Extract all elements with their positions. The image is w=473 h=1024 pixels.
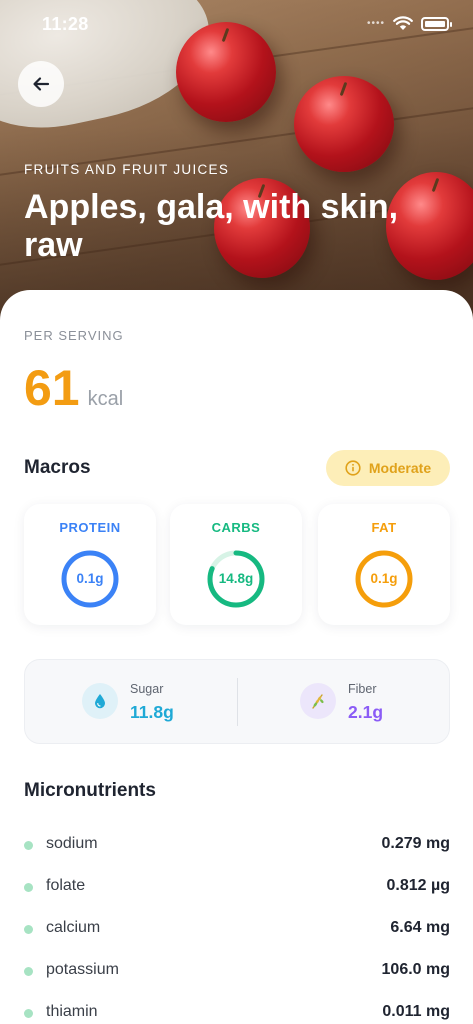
per-serving-label: PER SERVING bbox=[24, 328, 124, 343]
macro-value: 0.1g bbox=[76, 571, 104, 586]
info-circle-icon bbox=[345, 460, 361, 476]
water-drop-icon bbox=[95, 694, 105, 709]
bullet-dot bbox=[24, 967, 33, 976]
sugar-fiber-card: Sugar 11.8g Fiber 2.1g bbox=[24, 659, 450, 744]
calorie-summary: 61 kcal bbox=[24, 362, 123, 414]
battery-icon bbox=[421, 16, 452, 31]
fiber-icon-badge bbox=[300, 683, 336, 719]
sugar-value: 11.8g bbox=[130, 702, 174, 722]
nutrient-name: calcium bbox=[46, 919, 101, 936]
macro-card-fat: FAT 0.1g bbox=[318, 504, 450, 625]
bullet-dot bbox=[24, 1009, 33, 1018]
arrow-left-icon bbox=[33, 77, 50, 91]
macro-label: CARBS bbox=[211, 520, 261, 535]
moderate-badge: Moderate bbox=[326, 450, 450, 486]
macro-ring: 14.8g bbox=[207, 550, 265, 608]
wheat-icon bbox=[312, 694, 324, 709]
nutrient-value: 0.011 mg bbox=[382, 1003, 450, 1020]
apple-decoration bbox=[294, 76, 394, 172]
wifi-icon bbox=[393, 16, 413, 30]
macro-value: 0.1g bbox=[370, 571, 398, 586]
nutrient-value: 6.64 mg bbox=[390, 919, 450, 936]
nutrient-name: sodium bbox=[46, 835, 98, 852]
bullet-dot bbox=[24, 841, 33, 850]
signal-icon: •••• bbox=[366, 18, 385, 29]
list-item: potassium 106.0 mg bbox=[24, 957, 450, 987]
macro-card-protein: PROTEIN 0.1g bbox=[24, 504, 156, 625]
macro-ring: 0.1g bbox=[61, 550, 119, 608]
food-title: Apples, gala, with skin, raw bbox=[24, 188, 399, 264]
list-item: folate 0.812 µg bbox=[24, 873, 450, 903]
macro-label: FAT bbox=[371, 520, 397, 535]
divider bbox=[237, 678, 238, 726]
nutrient-name: potassium bbox=[46, 961, 119, 978]
macro-label: PROTEIN bbox=[59, 520, 121, 535]
nutrient-name: folate bbox=[46, 877, 86, 894]
food-category: FRUITS AND FRUIT JUICES bbox=[24, 162, 230, 177]
nutrient-value: 106.0 mg bbox=[381, 961, 450, 978]
moderate-badge-label: Moderate bbox=[368, 460, 432, 476]
macro-ring: 0.1g bbox=[355, 550, 413, 608]
nutrient-value: 0.279 mg bbox=[381, 835, 450, 852]
status-bar: 11:28 •••• bbox=[0, 0, 473, 50]
bullet-dot bbox=[24, 883, 33, 892]
back-button[interactable] bbox=[18, 61, 64, 107]
hero-image: 11:28 •••• FRUITS AND FRUIT JUICES Apple… bbox=[0, 0, 473, 320]
fiber-label: Fiber bbox=[348, 682, 377, 696]
list-item: calcium 6.64 mg bbox=[24, 915, 450, 945]
status-time: 11:28 bbox=[42, 14, 89, 34]
micronutrients-title: Micronutrients bbox=[24, 780, 156, 801]
list-item: thiamin 0.011 mg bbox=[24, 999, 450, 1024]
kcal-value: 61 bbox=[24, 360, 80, 416]
nutrient-value: 0.812 µg bbox=[386, 877, 450, 894]
list-item: sodium 0.279 mg bbox=[24, 831, 450, 861]
kcal-unit: kcal bbox=[87, 388, 124, 410]
macro-value: 14.8g bbox=[218, 571, 254, 586]
status-icons: •••• bbox=[366, 16, 452, 31]
nutrient-name: thiamin bbox=[46, 1003, 98, 1020]
sugar-label: Sugar bbox=[130, 682, 164, 696]
macro-card-carbs: CARBS 14.8g bbox=[170, 504, 302, 625]
macros-title: Macros bbox=[24, 457, 91, 478]
fiber-value: 2.1g bbox=[348, 702, 384, 722]
bullet-dot bbox=[24, 925, 33, 934]
sugar-icon-badge bbox=[82, 683, 118, 719]
